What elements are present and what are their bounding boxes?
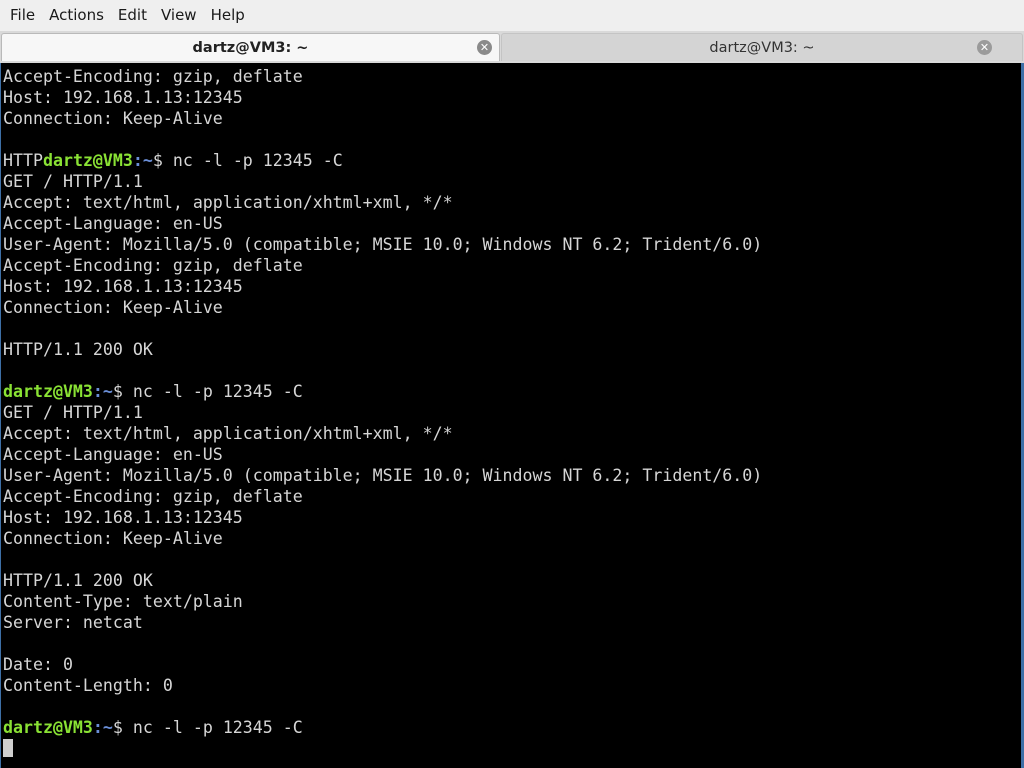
prompt-prefix: HTTP xyxy=(3,151,43,170)
terminal-line: GET / HTTP/1.1 xyxy=(3,403,143,422)
terminal-line: Accept: text/html, application/xhtml+xml… xyxy=(3,424,453,443)
terminal-line: Accept: text/html, application/xhtml+xml… xyxy=(3,193,453,212)
prompt-command: nc -l -p 12345 -C xyxy=(132,718,303,737)
menu-edit[interactable]: Edit xyxy=(111,0,154,31)
terminal-line: GET / HTTP/1.1 xyxy=(3,172,143,191)
prompt-path: ~ xyxy=(142,151,153,170)
terminal-window: File Actions Edit View Help dartz@VM3: ~… xyxy=(0,0,1024,768)
prompt-symbol: $ xyxy=(112,382,133,401)
terminal-line: User-Agent: Mozilla/5.0 (compatible; MSI… xyxy=(3,235,763,254)
terminal-line: User-Agent: Mozilla/5.0 (compatible; MSI… xyxy=(3,466,763,485)
terminal-area[interactable]: Accept-Encoding: gzip, deflate Host: 192.… xyxy=(0,63,1022,768)
menu-file[interactable]: File xyxy=(3,0,42,31)
terminal-line: Content-Length: 0 xyxy=(3,676,173,695)
tab-title: dartz@VM3: ~ xyxy=(192,39,309,56)
menu-actions[interactable]: Actions xyxy=(42,0,111,31)
terminal-prompt-line: dartz@VM3:~$ nc -l -p 12345 -C xyxy=(3,381,762,402)
terminal-output: Accept-Encoding: gzip, deflate Host: 192.… xyxy=(3,66,762,759)
terminal-line: Date: 0 xyxy=(3,655,73,674)
text-cursor xyxy=(3,739,13,757)
tab-terminal-1[interactable]: dartz@VM3: ~ ✕ xyxy=(1,33,500,61)
terminal-line: HTTP/1.1 200 OK xyxy=(3,571,153,590)
prompt-separator: : xyxy=(92,718,103,737)
terminal-line: Accept-Language: en-US xyxy=(3,445,223,464)
prompt-symbol: $ xyxy=(152,151,173,170)
prompt-user-host: dartz@VM3 xyxy=(42,151,133,170)
prompt-user-host: dartz@VM3 xyxy=(3,382,93,401)
terminal-prompt-line: HTTPdartz@VM3:~$ nc -l -p 12345 -C xyxy=(3,150,762,171)
terminal-line: Accept-Encoding: gzip, deflate xyxy=(3,67,303,86)
menu-view[interactable]: View xyxy=(154,0,204,31)
terminal-line: Accept-Language: en-US xyxy=(3,214,223,233)
prompt-command: nc -l -p 12345 -C xyxy=(132,382,303,401)
menu-bar: File Actions Edit View Help xyxy=(0,0,1024,31)
terminal-line: Connection: Keep-Alive xyxy=(3,298,223,317)
close-icon[interactable]: ✕ xyxy=(477,40,492,55)
terminal-prompt-line: dartz@VM3:~$ nc -l -p 12345 -C xyxy=(3,717,762,738)
prompt-path: ~ xyxy=(102,382,113,401)
terminal-line: Host: 192.168.1.13:12345 xyxy=(3,508,243,527)
terminal-line: Connection: Keep-Alive xyxy=(3,529,223,548)
tab-terminal-2[interactable]: dartz@VM3: ~ ✕ xyxy=(501,33,1023,61)
close-icon[interactable]: ✕ xyxy=(977,40,992,55)
prompt-separator: : xyxy=(92,382,103,401)
prompt-path: ~ xyxy=(102,718,113,737)
prompt-user-host: dartz@VM3 xyxy=(3,718,93,737)
terminal-line: Host: 192.168.1.13:12345 xyxy=(3,88,243,107)
prompt-command: nc -l -p 12345 -C xyxy=(172,151,343,170)
terminal-cursor-line xyxy=(3,738,762,759)
terminal-line: Host: 192.168.1.13:12345 xyxy=(3,277,243,296)
terminal-line: Accept-Encoding: gzip, deflate xyxy=(3,487,303,506)
terminal-line: Connection: Keep-Alive xyxy=(3,109,223,128)
prompt-separator: : xyxy=(132,151,143,170)
tab-bar: dartz@VM3: ~ ✕ dartz@VM3: ~ ✕ xyxy=(0,31,1024,63)
terminal-line: Accept-Encoding: gzip, deflate xyxy=(3,256,303,275)
terminal-line: Content-Type: text/plain xyxy=(3,592,243,611)
menu-help[interactable]: Help xyxy=(204,0,252,31)
terminal-line: Server: netcat xyxy=(3,613,143,632)
terminal-line: HTTP/1.1 200 OK xyxy=(3,340,153,359)
tab-title: dartz@VM3: ~ xyxy=(709,39,815,56)
prompt-symbol: $ xyxy=(112,718,133,737)
